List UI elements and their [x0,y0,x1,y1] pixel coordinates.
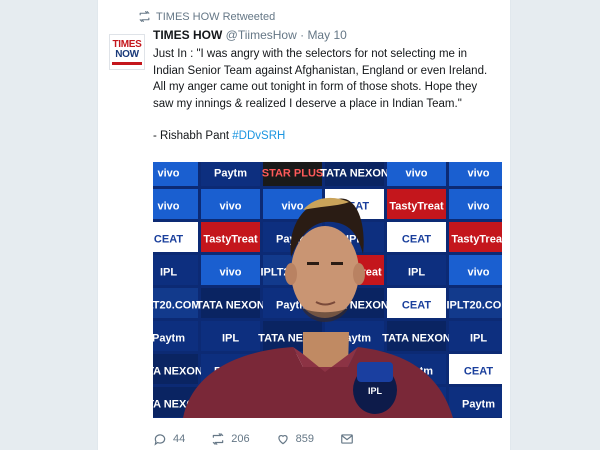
sponsor-logo-text: STAR PLUS [262,168,324,180]
author-handle[interactable]: @TiimesHow [226,28,297,42]
sponsor-logo-text: vivo [281,201,303,213]
sponsor-logo-text: TATA NEXON [196,300,265,312]
avatar-logo-line1: TIMES [112,38,142,50]
tweet-body: Just In : "I was angry with the selector… [153,48,488,110]
sponsor-logo-text: Paytm [153,333,185,345]
sponsor-logo-text: vivo [157,201,179,213]
retweet-icon [139,11,150,22]
tweet-signature: - Rishabh Pant #DDvSRH [153,128,498,145]
sponsor-logo-text: vivo [157,168,179,180]
avatar-logo-line2: NOW [115,48,139,60]
sponsor-logo-text: IPLT20.COM [153,300,200,312]
retweet-count: 206 [231,433,250,445]
tweet-date[interactable]: May 10 [307,28,346,42]
avatar[interactable]: TIMES NOW [109,34,145,70]
like-button[interactable]: 859 [276,432,314,446]
sponsor-logo-text: Paytm [462,399,495,411]
signature-text: - Rishabh Pant [153,130,230,142]
sponsor-logo-text: TATA NEXON [153,366,203,378]
sponsor-logo-text: TastyTreat [389,201,444,213]
sponsor-logo-text: TastyTreat [451,234,502,246]
sponsor-logo-text: IPL [408,267,425,279]
direct-message-button[interactable] [340,432,354,446]
sponsor-logo-text: vivo [405,168,427,180]
sponsor-logo-text: IPL [222,333,239,345]
reply-icon [154,434,166,446]
photo-interview: vivo Paytm STAR PLUSTATA NEXON vivo vivovivo… [153,162,502,418]
sponsor-logo-text: IPL [160,267,177,279]
sponsor-logo-text: CEAT [402,300,431,312]
retweet-button[interactable]: 206 [211,432,250,446]
header-separator: · [300,28,305,42]
retweet-indicator: TIMES HOW Retweeted [138,10,275,23]
sponsor-logo-text: TATA NEXON [320,168,389,180]
hashtag-link[interactable]: #DDvSRH [232,130,285,142]
reply-button[interactable]: 44 [153,432,185,446]
sponsor-logo-text: IPL [470,333,487,345]
sponsor-logo-text: TATA NEXON [382,333,451,345]
sponsor-logo-text: TastyTreat [203,234,258,246]
reply-count: 44 [173,433,186,445]
tweet-text: Just In : "I was angry with the selector… [153,46,498,145]
retweet-label: TIMES HOW Retweeted [156,10,276,23]
sponsor-logo-text: IPLT20.COM [447,300,502,312]
tweet-card[interactable]: TIMES HOW Retweeted TIMES NOW TIMES HOW … [97,0,511,450]
avatar-logo-strip [112,61,142,65]
retweet-action-icon [213,433,224,445]
sponsor-logo-text: vivo [467,168,489,180]
sponsor-logo-text: CEAT [402,234,431,246]
tweet-header: TIMES HOW @TiimesHow · May 10 [153,28,347,42]
heart-icon [277,435,288,445]
sponsor-logo-text: vivo [219,267,241,279]
mail-icon [341,434,353,444]
sponsor-logo-text: Paytm [214,168,247,180]
microphone: IPL [353,362,397,414]
sponsor-logo-text: vivo [467,201,489,213]
sponsor-logo-text: vivo [219,201,241,213]
sponsor-logo-text: CEAT [464,366,493,378]
tweet-media-photo[interactable]: vivo Paytm STAR PLUS TATA NEXON vivo vivo vivo… [153,162,502,418]
tweet-actions: 44 206 859 [153,432,380,446]
sponsor-logo-text: vivo [467,267,489,279]
author-name[interactable]: TIMES HOW [153,28,222,42]
sponsor-logo-text: CEAT [154,234,183,246]
like-count: 859 [295,433,314,445]
svg-text:IPL: IPL [368,386,383,396]
